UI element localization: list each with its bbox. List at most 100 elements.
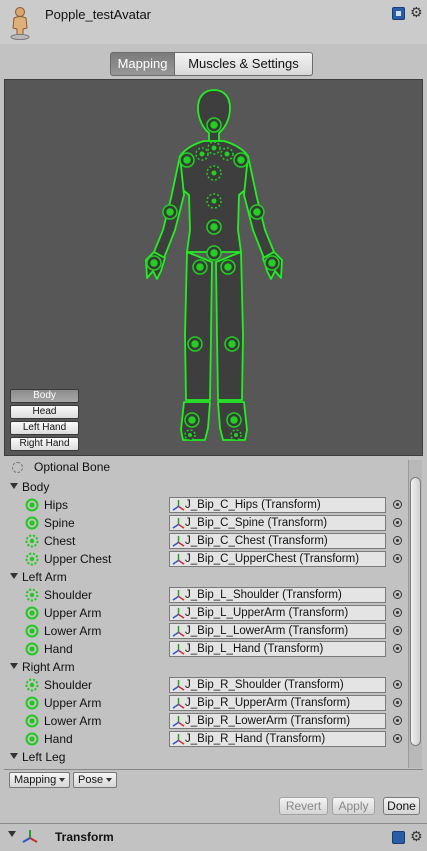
bone-optional-icon[interactable] [25, 552, 39, 566]
bone-object-field[interactable]: J_Bip_C_UpperChest (Transform) [169, 551, 386, 567]
bone-label: Lower Arm [44, 714, 102, 728]
help-icon[interactable] [392, 7, 405, 20]
tab-muscles-settings[interactable]: Muscles & Settings [175, 52, 313, 76]
bone-required-icon[interactable] [25, 516, 39, 530]
group-header-right-arm[interactable]: Right Arm [4, 658, 408, 676]
foldout-arrow-icon[interactable] [10, 573, 18, 579]
bone-object-field[interactable]: J_Bip_L_Hand (Transform) [169, 641, 386, 657]
mapping-dropdown[interactable]: Mapping [9, 772, 71, 788]
scrollbar-thumb[interactable] [410, 477, 421, 746]
bone-row-body-upper-chest: Upper Chest J_Bip_C_UpperChest (Transform… [4, 550, 408, 568]
bone-row-left-arm-lower-arm: Lower Arm J_Bip_L_LowerArm (Transform) [4, 622, 408, 640]
bone-required-icon[interactable] [25, 606, 39, 620]
view-body-button[interactable]: Body [10, 389, 79, 403]
group-header-left-arm[interactable]: Left Arm [4, 568, 408, 586]
bone-row-body-spine: Spine J_Bip_C_Spine (Transform) [4, 514, 408, 532]
bone-object-field[interactable]: J_Bip_L_Shoulder (Transform) [169, 587, 386, 603]
bone-object-field[interactable]: J_Bip_L_UpperArm (Transform) [169, 605, 386, 621]
done-button[interactable]: Done [383, 797, 420, 815]
bone-label: Chest [44, 534, 76, 548]
transform-icon [172, 679, 185, 692]
object-picker-icon[interactable] [393, 608, 402, 617]
tab-mapping[interactable]: Mapping [110, 52, 175, 76]
object-picker-icon[interactable] [393, 500, 402, 509]
object-picker-icon[interactable] [393, 554, 402, 563]
apply-button[interactable]: Apply [332, 797, 375, 815]
bone-object-value: J_Bip_R_Hand (Transform) [185, 733, 326, 745]
pose-dropdown[interactable]: Pose [73, 772, 118, 788]
bone-label: Lower Arm [44, 624, 102, 638]
bone-object-field[interactable]: J_Bip_R_Hand (Transform) [169, 731, 386, 747]
bone-object-value: J_Bip_R_LowerArm (Transform) [185, 715, 351, 727]
bone-object-value: J_Bip_L_LowerArm (Transform) [185, 625, 349, 637]
revert-button[interactable]: Revert [279, 797, 328, 815]
foldout-arrow-icon[interactable] [10, 753, 18, 759]
bone-object-field[interactable]: J_Bip_R_Shoulder (Transform) [169, 677, 386, 693]
foldout-arrow-icon[interactable] [10, 663, 18, 669]
bone-object-value: J_Bip_C_Chest (Transform) [185, 535, 328, 547]
object-picker-icon[interactable] [393, 734, 402, 743]
bone-optional-icon[interactable] [25, 588, 39, 602]
object-picker-icon[interactable] [393, 716, 402, 725]
bone-dot-head [206, 117, 222, 133]
object-picker-icon[interactable] [393, 680, 402, 689]
bone-optional-icon [12, 462, 23, 473]
bone-required-icon[interactable] [25, 696, 39, 710]
bone-object-field[interactable]: J_Bip_R_LowerArm (Transform) [169, 713, 386, 729]
avatar-icon [10, 7, 30, 40]
bone-object-field[interactable]: J_Bip_C_Hips (Transform) [169, 497, 386, 513]
foldout-arrow-icon[interactable] [8, 831, 16, 837]
bone-object-value: J_Bip_L_Hand (Transform) [185, 643, 324, 655]
transform-component-header[interactable]: Transform ⚙ [0, 826, 427, 851]
foldout-arrow-icon[interactable] [10, 483, 18, 489]
bone-optional-icon[interactable] [25, 534, 39, 548]
bone-label: Upper Arm [44, 696, 102, 710]
bone-required-icon[interactable] [25, 714, 39, 728]
transform-icon [172, 499, 185, 512]
object-picker-icon[interactable] [393, 626, 402, 635]
gear-icon[interactable]: ⚙ [410, 4, 423, 21]
group-label: Left Arm [22, 570, 67, 584]
object-picker-icon[interactable] [393, 518, 402, 527]
bone-dot-right-hand [264, 255, 280, 271]
bone-label: Hips [44, 498, 69, 512]
bone-object-field[interactable]: J_Bip_R_UpperArm (Transform) [169, 695, 386, 711]
bottom-toolbar: Mapping Pose [4, 769, 423, 789]
bone-object-value: J_Bip_C_Hips (Transform) [185, 499, 321, 511]
transform-icon [172, 625, 185, 638]
view-left-hand-button[interactable]: Left Hand [10, 421, 79, 435]
bone-required-icon[interactable] [25, 732, 39, 746]
object-picker-icon[interactable] [393, 590, 402, 599]
view-head-button[interactable]: Head [10, 405, 79, 419]
bone-object-field[interactable]: J_Bip_C_Chest (Transform) [169, 533, 386, 549]
bone-object-value: J_Bip_R_UpperArm (Transform) [185, 697, 351, 709]
bone-dot-upper-chest [206, 165, 222, 181]
group-header-left-leg[interactable]: Left Leg [4, 748, 408, 766]
bone-label: Hand [44, 732, 73, 746]
bone-row-right-arm-lower-arm: Lower Arm J_Bip_R_LowerArm (Transform) [4, 712, 408, 730]
bone-dot-right-foot [226, 412, 242, 428]
bone-required-icon[interactable] [25, 624, 39, 638]
bone-object-field[interactable]: J_Bip_L_LowerArm (Transform) [169, 623, 386, 639]
group-label: Right Arm [22, 660, 75, 674]
bone-object-field[interactable]: J_Bip_C_Spine (Transform) [169, 515, 386, 531]
bone-label: Shoulder [44, 678, 93, 692]
bone-required-icon[interactable] [25, 498, 39, 512]
gear-icon[interactable]: ⚙ [410, 828, 423, 845]
bone-label: Hand [44, 642, 73, 656]
object-picker-icon[interactable] [393, 698, 402, 707]
transform-icon [172, 535, 185, 548]
help-icon[interactable] [392, 831, 405, 844]
bone-dot-neck [207, 141, 221, 155]
group-header-body[interactable]: Body [4, 478, 408, 496]
bone-dot-right-toes [230, 429, 242, 441]
object-picker-icon[interactable] [393, 536, 402, 545]
bone-optional-icon[interactable] [25, 678, 39, 692]
group-label: Body [22, 480, 50, 494]
bone-required-icon[interactable] [25, 642, 39, 656]
bone-dot-left-toes [184, 429, 196, 441]
view-right-hand-button[interactable]: Right Hand [10, 437, 79, 451]
object-picker-icon[interactable] [393, 644, 402, 653]
bone-dot-spine [206, 219, 222, 235]
bone-dot-left-lower-arm [162, 204, 178, 220]
